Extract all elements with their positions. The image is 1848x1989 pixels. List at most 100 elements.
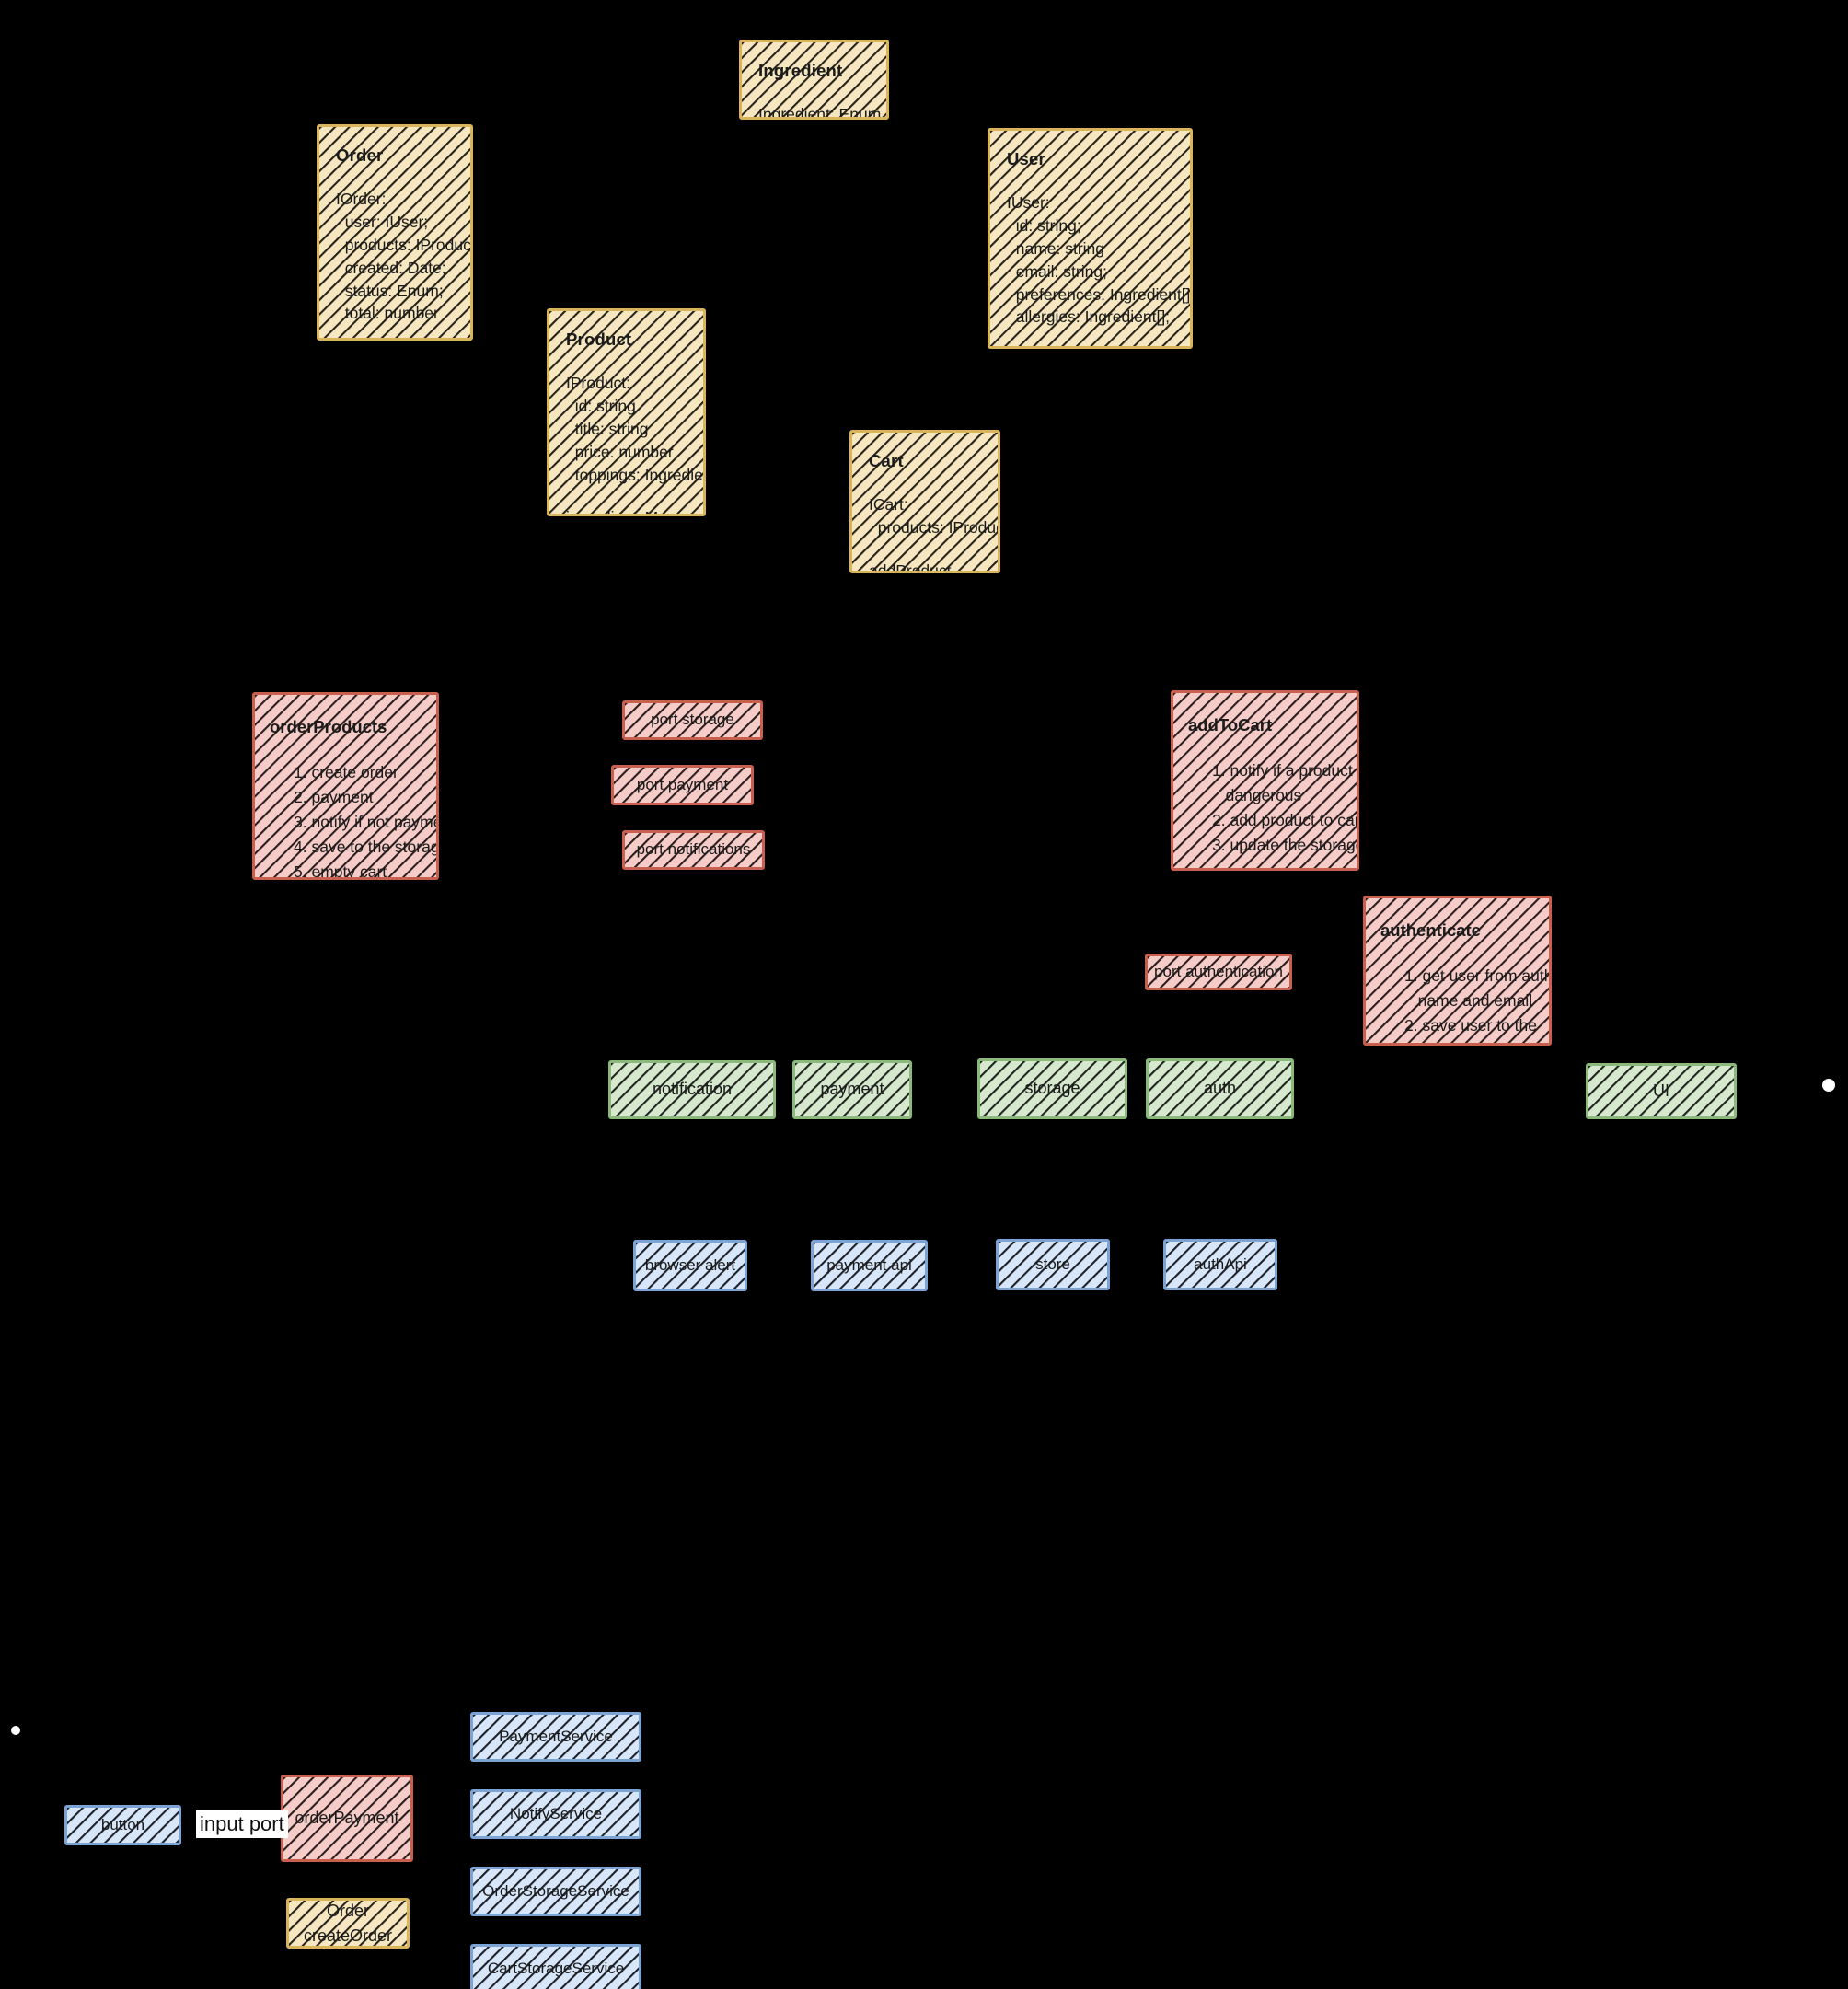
entity-field: name: string xyxy=(1007,238,1105,258)
entity-field: products: IProduct[] xyxy=(336,235,473,254)
infra-payment-api[interactable]: payment api xyxy=(811,1240,928,1291)
usecase-order-products[interactable]: orderProducts 1. create order 2. payment 3.… xyxy=(252,692,439,880)
port-storage[interactable]: port storage xyxy=(622,700,763,740)
usecase-add-to-cart[interactable]: addToCart 1. notify if a product is dange… xyxy=(1171,690,1359,871)
legend-order-entity-text: Order createOrder xyxy=(298,1901,398,1946)
cursor-bottom xyxy=(11,1726,20,1735)
infra-browser-alert[interactable]: browser alert xyxy=(633,1240,747,1291)
entity-title: User xyxy=(1007,149,1045,168)
port-label: port authentication xyxy=(1154,962,1283,980)
entity-order[interactable]: Order IOrder: user: IUser; products: IPro… xyxy=(317,124,473,341)
entity-method: addProduct xyxy=(869,561,952,573)
usecase-step: name and email xyxy=(1404,991,1533,1011)
entity-field: id: string; xyxy=(1007,216,1081,236)
entity-title: Order xyxy=(336,145,384,165)
entity-cart[interactable]: Cart ICart: products: IProduct[] addProduc… xyxy=(849,430,1000,573)
entity-title: Cart xyxy=(869,451,904,470)
legend-order-payment[interactable]: orderPayment xyxy=(281,1775,413,1862)
usecase-title: addToCart xyxy=(1188,715,1273,734)
usecase-step: 1. create order xyxy=(294,763,398,782)
port-label: port storage xyxy=(651,711,734,729)
legend-order-payment-label: orderPayment xyxy=(295,1808,399,1827)
adapter-auth[interactable]: auth xyxy=(1146,1058,1294,1119)
cursor-right xyxy=(1822,1079,1835,1092)
usecase-authenticate[interactable]: authenticate 1. get user from auth by nam… xyxy=(1363,896,1552,1046)
entity-fields: ICart: products: IProduct[] xyxy=(869,493,998,539)
usecase-step: 2. add product to cart xyxy=(1212,810,1359,829)
entity-fields: IUser: id: string; name: string email: s… xyxy=(1007,191,1193,329)
port-payment[interactable]: port payment xyxy=(611,765,754,805)
entity-field: email: string; xyxy=(1007,261,1107,281)
adapter-storage[interactable]: storage xyxy=(977,1058,1127,1119)
legend-input-port: input port xyxy=(196,1810,288,1838)
legend-cart-storage-service[interactable]: CartStorageService xyxy=(470,1944,641,1989)
infrastructure-label: payment api xyxy=(826,1255,912,1274)
port-label: port payment xyxy=(636,775,729,793)
usecase-steps: 1. get user from auth by name and email 2… xyxy=(1380,965,1552,1043)
entity-product[interactable]: Product IProduct: id: string title: strin… xyxy=(547,308,706,516)
adapter-label: notification xyxy=(652,1080,733,1099)
entity-field: total: number xyxy=(336,304,439,323)
legend-order-entity-title: Order xyxy=(326,1901,369,1920)
entity-method: ingredientsMapper xyxy=(566,506,699,514)
port-notifications[interactable]: port notifications xyxy=(622,830,765,870)
adapter-label: UI xyxy=(1653,1081,1669,1100)
legend-order-entity-subtitle: createOrder xyxy=(303,1925,393,1945)
legend-service-label: PaymentService xyxy=(499,1727,613,1745)
legend-button[interactable]: button xyxy=(64,1805,181,1845)
adapter-notification[interactable]: notification xyxy=(608,1060,776,1119)
usecase-step: 1. get user from auth by xyxy=(1404,966,1552,986)
entity-fields: Ingredient: Enum xyxy=(758,103,882,120)
usecase-step: 2. save user to the xyxy=(1404,1015,1537,1035)
usecase-step: 2. payment xyxy=(294,788,374,807)
entity-field: user: IUser; xyxy=(336,213,429,232)
legend-order-entity[interactable]: Order createOrder xyxy=(286,1898,410,1949)
legend-service-label: NotifyService xyxy=(509,1804,603,1822)
usecase-title: orderProducts xyxy=(270,717,387,736)
usecase-steps: 1. create order 2. payment 3. notify if no… xyxy=(270,761,439,880)
entity-field: created: Date; xyxy=(336,258,446,277)
usecase-title: authenticate xyxy=(1380,920,1481,940)
legend-payment-service[interactable]: PaymentService xyxy=(470,1712,641,1762)
adapter-ui[interactable]: UI xyxy=(1586,1063,1737,1119)
infrastructure-label: authApi xyxy=(1194,1255,1247,1273)
legend-notify-service[interactable]: NotifyService xyxy=(470,1789,641,1839)
adapter-label: payment xyxy=(820,1080,884,1099)
entity-methods: ingredientsMappertotalPrice xyxy=(566,506,699,514)
entity-title: Ingredient xyxy=(758,61,843,80)
adapter-label: storage xyxy=(1024,1079,1080,1098)
usecase-step: 4. save to the storage xyxy=(294,837,439,856)
usecase-step: 5. empty cart xyxy=(294,862,387,880)
entity-field: IProduct: xyxy=(566,374,631,393)
port-label: port notifications xyxy=(636,840,751,859)
entity-field: price: number xyxy=(566,442,674,461)
entity-field: Ingredient: Enum xyxy=(758,105,882,120)
adapter-payment[interactable]: payment xyxy=(792,1060,912,1119)
entity-field: toppings: Ingredients xyxy=(574,465,703,484)
entity-fields: IProduct: id: string title: string price… xyxy=(566,372,703,486)
usecase-step: storage xyxy=(1404,1039,1536,1043)
entity-field: title: string xyxy=(566,419,649,438)
usecase-step: dangerous xyxy=(1212,786,1302,805)
infra-store[interactable]: store xyxy=(996,1239,1110,1290)
usecase-step: 3. notify if not payment xyxy=(294,812,436,831)
entity-fields: IOrder: user: IUser; products: IProduct[… xyxy=(336,188,473,325)
entity-field: IUser: xyxy=(1007,193,1050,213)
infrastructure-label: browser alert xyxy=(644,1255,736,1274)
usecase-step: 3. update the storage xyxy=(1212,835,1359,854)
usecase-steps: 1. notify if a product is dangerous 2. ad… xyxy=(1188,759,1359,856)
entity-field: IOrder: xyxy=(336,190,387,209)
usecase-step: 1. notify if a product is xyxy=(1212,761,1359,781)
entity-ingredient[interactable]: Ingredient Ingredient: Enum xyxy=(739,40,889,120)
entity-field: status: Enum; xyxy=(336,281,444,300)
legend-order-storage-service[interactable]: OrderStorageService xyxy=(470,1867,641,1916)
entity-user[interactable]: User IUser: id: string; name: string emai… xyxy=(988,128,1193,349)
infrastructure-label: store xyxy=(1035,1255,1070,1273)
entity-field: preferences: Ingredient[]; xyxy=(1007,284,1193,304)
adapter-label: auth xyxy=(1203,1079,1237,1098)
diagram-canvas: Ingredient Ingredient: Enum Order IOrder: u… xyxy=(0,0,1848,1989)
legend-button-label: button xyxy=(100,1815,145,1833)
port-authentication[interactable]: port authentication xyxy=(1145,954,1292,990)
entity-field: allergies: Ingredient[]; xyxy=(1007,307,1171,327)
infra-auth-api[interactable]: authApi xyxy=(1163,1239,1277,1290)
